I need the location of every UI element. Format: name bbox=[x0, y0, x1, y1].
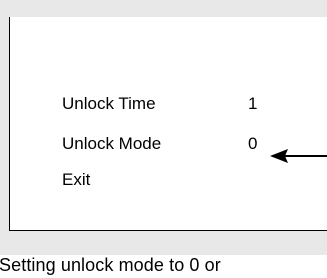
menu-item-unlock-time-label[interactable]: Unlock Time bbox=[62, 94, 156, 114]
menu-item-exit-label[interactable]: Exit bbox=[62, 170, 90, 190]
menu-panel bbox=[9, 17, 327, 231]
caption-text: Setting unlock mode to 0 or bbox=[0, 255, 221, 275]
device-screen: Unlock Time 1 Unlock Mode 0 Exit bbox=[0, 0, 327, 255]
menu-item-unlock-mode-value: 0 bbox=[248, 134, 258, 153]
menu-item-unlock-mode-label[interactable]: Unlock Mode bbox=[62, 134, 161, 154]
menu-item-unlock-time-value: 1 bbox=[248, 94, 258, 113]
left-arrow-icon bbox=[270, 149, 327, 163]
